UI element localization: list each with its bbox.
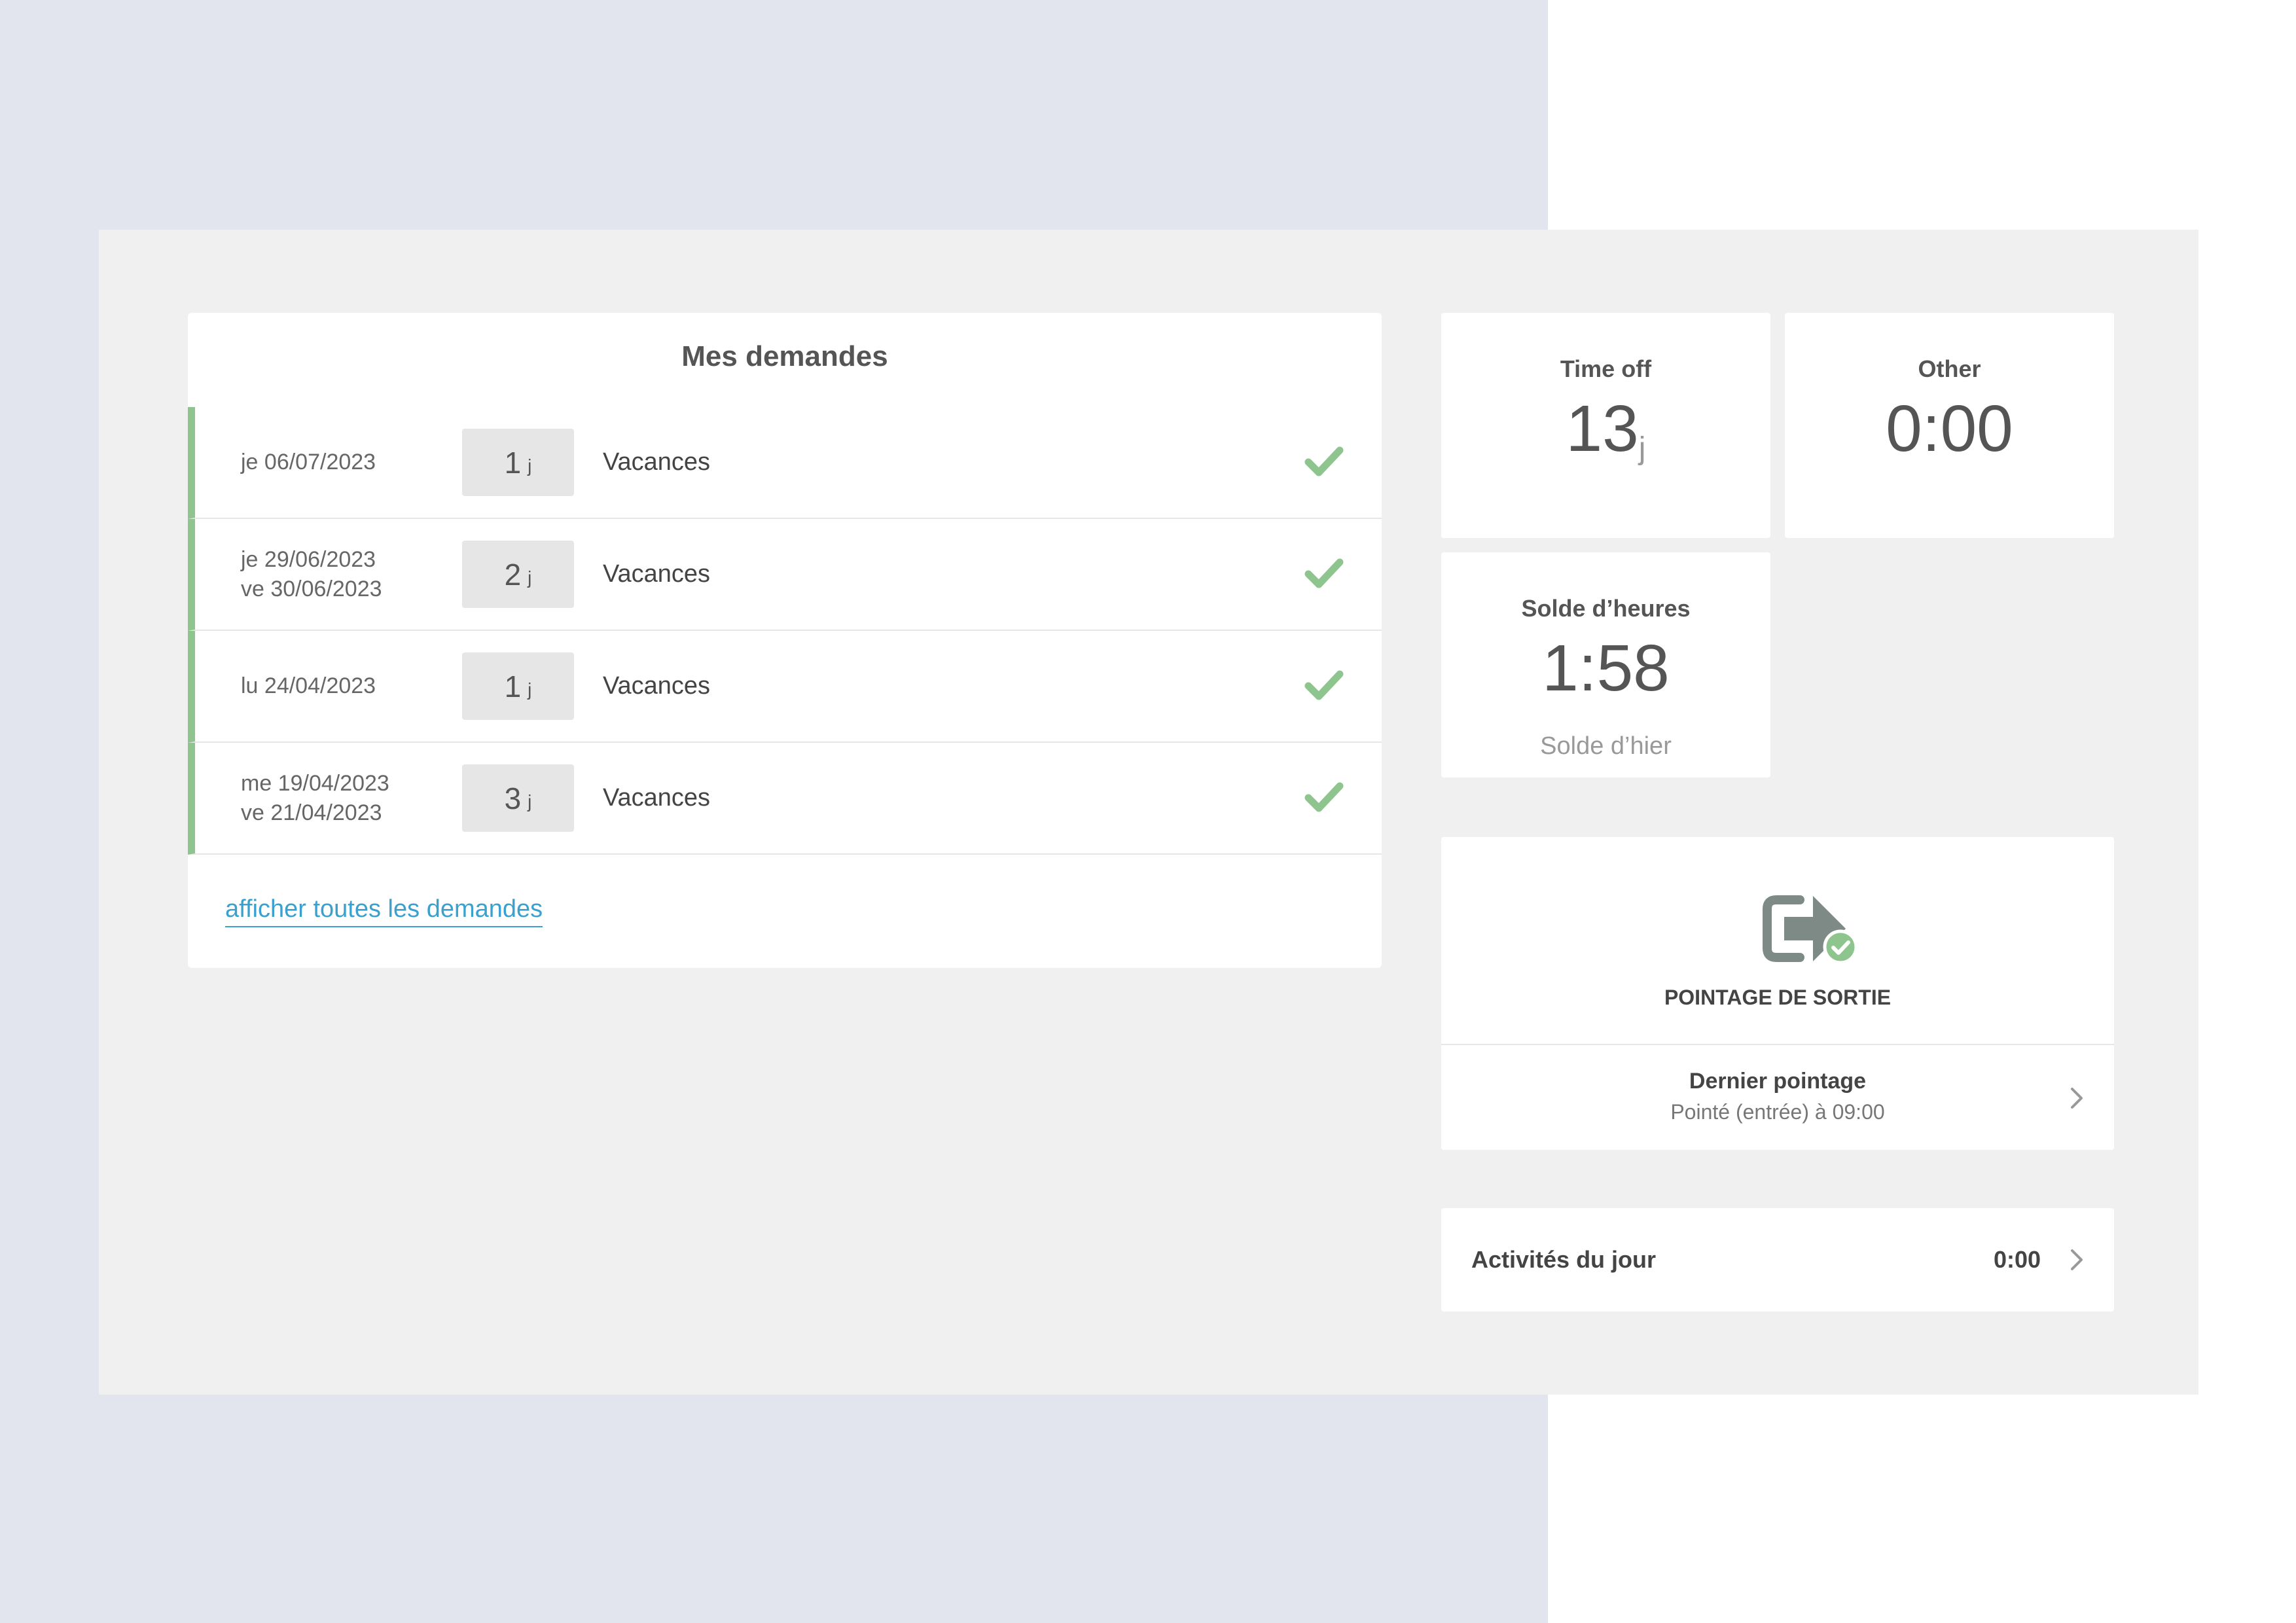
clock-out-icon xyxy=(1763,895,1858,965)
requests-card: Mes demandes je 06/07/2023 1 j Vacances … xyxy=(188,313,1382,968)
request-days: 1 xyxy=(504,445,522,480)
request-type: Vacances xyxy=(603,448,711,476)
request-duration-badge: 2 j xyxy=(462,541,574,608)
request-row[interactable]: je 29/06/2023 ve 30/06/2023 2 j Vacances xyxy=(188,519,1382,631)
hours-balance-sub: Solde d’hier xyxy=(1540,732,1672,760)
request-type: Vacances xyxy=(603,560,711,588)
request-date-start: me 19/04/2023 xyxy=(241,770,389,796)
activities-value: 0:00 xyxy=(1993,1246,2041,1273)
hours-balance-label: Solde d’heures xyxy=(1521,595,1691,622)
request-type: Vacances xyxy=(603,784,711,812)
request-date-start: lu 24/04/2023 xyxy=(241,673,376,698)
request-duration-badge: 3 j xyxy=(462,764,574,832)
requests-title: Mes demandes xyxy=(681,340,888,372)
request-days: 2 xyxy=(504,557,522,592)
request-duration-badge: 1 j xyxy=(462,429,574,496)
request-days-unit: j xyxy=(528,679,532,700)
other-card[interactable]: Other 0:00 xyxy=(1785,313,2114,538)
request-dates: je 29/06/2023 ve 30/06/2023 xyxy=(241,519,382,630)
request-row[interactable]: lu 24/04/2023 1 j Vacances xyxy=(188,631,1382,743)
dashboard-panel: Mes demandes je 06/07/2023 1 j Vacances … xyxy=(99,230,2198,1395)
clock-card: POINTAGE DE SORTIE Dernier pointage Poin… xyxy=(1441,837,2114,1150)
time-off-value: 13 xyxy=(1566,392,1639,465)
show-all-requests-link[interactable]: afficher toutes les demandes xyxy=(225,895,543,927)
request-dates: lu 24/04/2023 xyxy=(241,631,376,741)
request-date-end: ve 21/04/2023 xyxy=(241,800,382,825)
last-clock-detail: Pointé (entrée) à 09:00 xyxy=(1670,1100,1885,1124)
time-off-label: Time off xyxy=(1560,355,1652,382)
check-icon xyxy=(1304,558,1344,588)
check-icon xyxy=(1304,782,1344,812)
hours-balance-value: 1:58 xyxy=(1542,632,1670,705)
request-dates: me 19/04/2023 ve 21/04/2023 xyxy=(241,743,389,853)
request-dates: je 06/07/2023 xyxy=(241,407,376,518)
request-date-start: je 29/06/2023 xyxy=(241,546,376,572)
request-date-end: ve 30/06/2023 xyxy=(241,576,382,601)
hours-balance-card[interactable]: Solde d’heures 1:58 Solde d’hier xyxy=(1441,552,1770,777)
time-off-card[interactable]: Time off 13j xyxy=(1441,313,1770,538)
request-row[interactable]: me 19/04/2023 ve 21/04/2023 3 j Vacances xyxy=(188,743,1382,855)
chevron-right-icon xyxy=(2071,1249,2083,1270)
request-days-unit: j xyxy=(528,455,532,476)
request-days-unit: j xyxy=(528,567,532,588)
request-duration-badge: 1 j xyxy=(462,652,574,720)
time-off-unit: j xyxy=(1638,431,1646,466)
request-days: 3 xyxy=(504,781,522,815)
request-row[interactable]: je 06/07/2023 1 j Vacances xyxy=(188,407,1382,519)
check-icon xyxy=(1304,446,1344,476)
request-type: Vacances xyxy=(603,672,711,700)
activities-label: Activités du jour xyxy=(1471,1246,1657,1273)
clock-out-label: POINTAGE DE SORTIE xyxy=(1664,986,1892,1009)
requests-list: je 06/07/2023 1 j Vacances je 29/06/2023… xyxy=(188,407,1382,855)
request-date-start: je 06/07/2023 xyxy=(241,450,376,474)
last-clock-entry[interactable]: Dernier pointage Pointé (entrée) à 09:00 xyxy=(1441,1046,2114,1150)
other-label: Other xyxy=(1918,355,1981,382)
other-value: 0:00 xyxy=(1886,392,2013,465)
time-off-value-wrap: 13j xyxy=(1441,391,1770,467)
request-days: 1 xyxy=(504,669,522,704)
check-icon xyxy=(1304,670,1344,700)
activities-row[interactable]: Activités du jour 0:00 xyxy=(1441,1208,2114,1311)
last-clock-title: Dernier pointage xyxy=(1689,1069,1867,1094)
chevron-right-icon xyxy=(2071,1088,2083,1109)
request-days-unit: j xyxy=(528,791,532,812)
clock-out-button[interactable]: POINTAGE DE SORTIE xyxy=(1441,837,2114,1045)
